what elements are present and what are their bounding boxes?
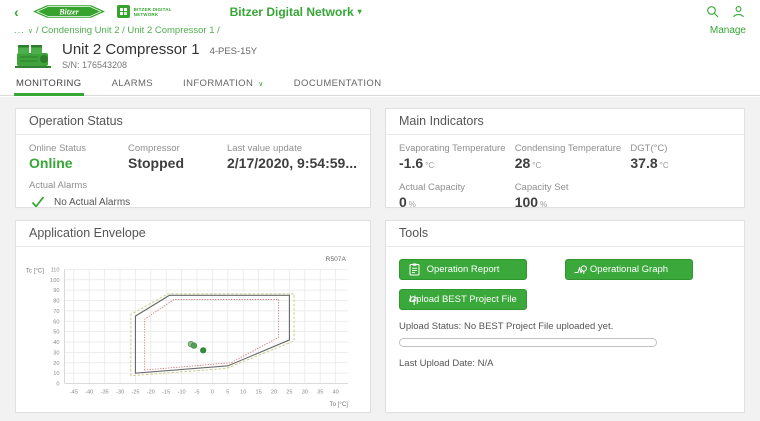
last-value-update-value: 2/17/2020, 9:54:59... [227, 155, 357, 171]
actual-alarms-text: No Actual Alarms [54, 197, 130, 208]
chevron-down-icon: ▾ [358, 7, 362, 16]
unit-serial: S/N: 176543208 [62, 60, 257, 70]
upload-best-project-file-button[interactable]: Upload BEST Project File [399, 289, 527, 310]
breadcrumb-path[interactable]: / Condensing Unit 2 / Unit 2 Compressor … [36, 25, 220, 36]
svg-text:25: 25 [286, 390, 292, 396]
panel-title: Application Envelope [16, 221, 370, 247]
unit-header: Unit 2 Compressor 1 4-PES-15Y S/N: 17654… [0, 38, 760, 74]
svg-text:10: 10 [240, 390, 246, 396]
svg-text:-20: -20 [147, 390, 155, 396]
svg-text:110: 110 [51, 267, 60, 273]
bdn-logo-icon [117, 5, 130, 18]
chevron-down-icon: ∨ [28, 27, 33, 35]
tools-panel: Tools Operation Report Operational Graph… [385, 220, 745, 413]
upload-status-text: Upload Status: No BEST Project File uplo… [399, 321, 731, 332]
evaporating-temperature-field: Evaporating Temperature -1.6°C [399, 143, 515, 171]
top-section: ‹ Bitzer BITZER DIGITALNETWORK Bitzer Di… [0, 0, 760, 96]
panel-title: Operation Status [16, 109, 370, 135]
upload-progress-bar [399, 338, 657, 347]
svg-text:10: 10 [53, 371, 59, 377]
application-envelope-chart: -45 -40 -35 -30 -25 -20 -15 -10 -5 0 5 10 15 20 25 30 35… [20, 251, 364, 410]
operational-graph-button[interactable]: Operational Graph [565, 259, 693, 280]
page-title: Unit 2 Compressor 1 [62, 41, 200, 58]
graph-icon [574, 263, 587, 276]
tab-documentation[interactable]: DOCUMENTATION [292, 74, 384, 95]
svg-text:-5: -5 [195, 390, 200, 396]
svg-text:-30: -30 [116, 390, 124, 396]
svg-text:Tc [°C]: Tc [°C] [26, 267, 44, 274]
svg-text:100: 100 [50, 278, 59, 284]
operation-report-button[interactable]: Operation Report [399, 259, 527, 280]
actual-alarms-label: Actual Alarms [29, 180, 357, 191]
application-envelope-chart-wrap: -45 -40 -35 -30 -25 -20 -15 -10 -5 0 5 10 15 20 25 30 35… [20, 251, 364, 410]
app-title: Bitzer Digital Network [230, 5, 354, 19]
checkmark-icon [31, 196, 45, 207]
tab-information[interactable]: INFORMATION∨ [181, 74, 266, 95]
user-icon[interactable] [730, 4, 746, 20]
panel-title: Tools [386, 221, 744, 247]
last-upload-date-text: Last Upload Date: N/A [399, 358, 731, 369]
compressor-state-value: Stopped [128, 155, 227, 171]
tab-bar: MONITORING ALARMS INFORMATION∨ DOCUMENTA… [0, 74, 760, 96]
svg-text:70: 70 [53, 309, 59, 315]
actual-alarms-status: No Actual Alarms [29, 196, 357, 207]
svg-text:R507A: R507A [326, 256, 347, 263]
svg-text:0: 0 [56, 382, 59, 388]
online-status-value: Online [29, 155, 128, 171]
svg-text:50: 50 [53, 330, 59, 336]
svg-text:40: 40 [333, 390, 339, 396]
bitzer-logo-text: Bitzer [58, 7, 79, 16]
svg-text:5: 5 [226, 390, 229, 396]
unit-model: 4-PES-15Y [210, 46, 258, 57]
tab-alarms[interactable]: ALARMS [110, 74, 155, 95]
svg-text:-15: -15 [162, 390, 170, 396]
svg-text:-45: -45 [70, 390, 78, 396]
condensing-temperature-field: Condensing Temperature 28°C [515, 143, 631, 171]
chevron-down-icon: ∨ [258, 80, 264, 88]
compressor-icon [14, 42, 52, 69]
svg-text:80: 80 [53, 299, 59, 305]
compressor-state-field: Compressor Stopped [128, 143, 227, 171]
search-icon[interactable] [704, 4, 720, 20]
breadcrumb-overflow[interactable]: ... [14, 25, 25, 36]
upload-icon [408, 293, 421, 306]
main-content: Operation Status Online Status Online Co… [0, 97, 760, 421]
svg-text:15: 15 [256, 390, 262, 396]
svg-text:40: 40 [53, 340, 59, 346]
svg-text:20: 20 [271, 390, 277, 396]
panel-title: Main Indicators [386, 109, 744, 135]
svg-text:-35: -35 [101, 390, 109, 396]
online-status-field: Online Status Online [29, 143, 128, 171]
svg-text:90: 90 [53, 288, 59, 294]
svg-text:To [°C]: To [°C] [330, 401, 349, 408]
report-icon [408, 263, 421, 276]
actual-capacity-field: Actual Capacity 0% [399, 182, 515, 207]
svg-text:60: 60 [53, 319, 59, 325]
svg-text:-25: -25 [131, 390, 139, 396]
svg-text:30: 30 [53, 350, 59, 356]
dgt-field: DGT(°C) 37.8°C [630, 143, 731, 171]
svg-text:0: 0 [211, 390, 214, 396]
tab-monitoring[interactable]: MONITORING [14, 74, 84, 95]
svg-text:35: 35 [317, 390, 323, 396]
operation-status-panel: Operation Status Online Status Online Co… [15, 108, 371, 208]
application-envelope-panel: Application Envelope -45-40-35-30-25-20-… [15, 220, 371, 413]
main-indicators-panel: Main Indicators Evaporating Temperature … [385, 108, 745, 208]
back-icon[interactable]: ‹ [14, 5, 19, 19]
svg-text:20: 20 [53, 361, 59, 367]
svg-text:-10: -10 [178, 390, 186, 396]
breadcrumb-row: ... ∨ / Condensing Unit 2 / Unit 2 Compr… [0, 23, 760, 38]
svg-text:-40: -40 [85, 390, 93, 396]
bitzer-logo[interactable]: Bitzer [33, 4, 105, 19]
app-title-dropdown[interactable]: Bitzer Digital Network ▾ [230, 5, 362, 19]
manage-link[interactable]: Manage [710, 25, 746, 36]
bdn-logo[interactable]: BITZER DIGITALNETWORK [117, 5, 172, 18]
last-value-update-field: Last value update 2/17/2020, 9:54:59... [227, 143, 357, 171]
svg-text:30: 30 [302, 390, 308, 396]
capacity-set-field: Capacity Set 100% [515, 182, 631, 207]
header-bar: ‹ Bitzer BITZER DIGITALNETWORK Bitzer Di… [0, 0, 760, 23]
bdn-logo-line2: NETWORK [134, 12, 159, 17]
breadcrumb[interactable]: ... ∨ / Condensing Unit 2 / Unit 2 Compr… [14, 25, 220, 36]
